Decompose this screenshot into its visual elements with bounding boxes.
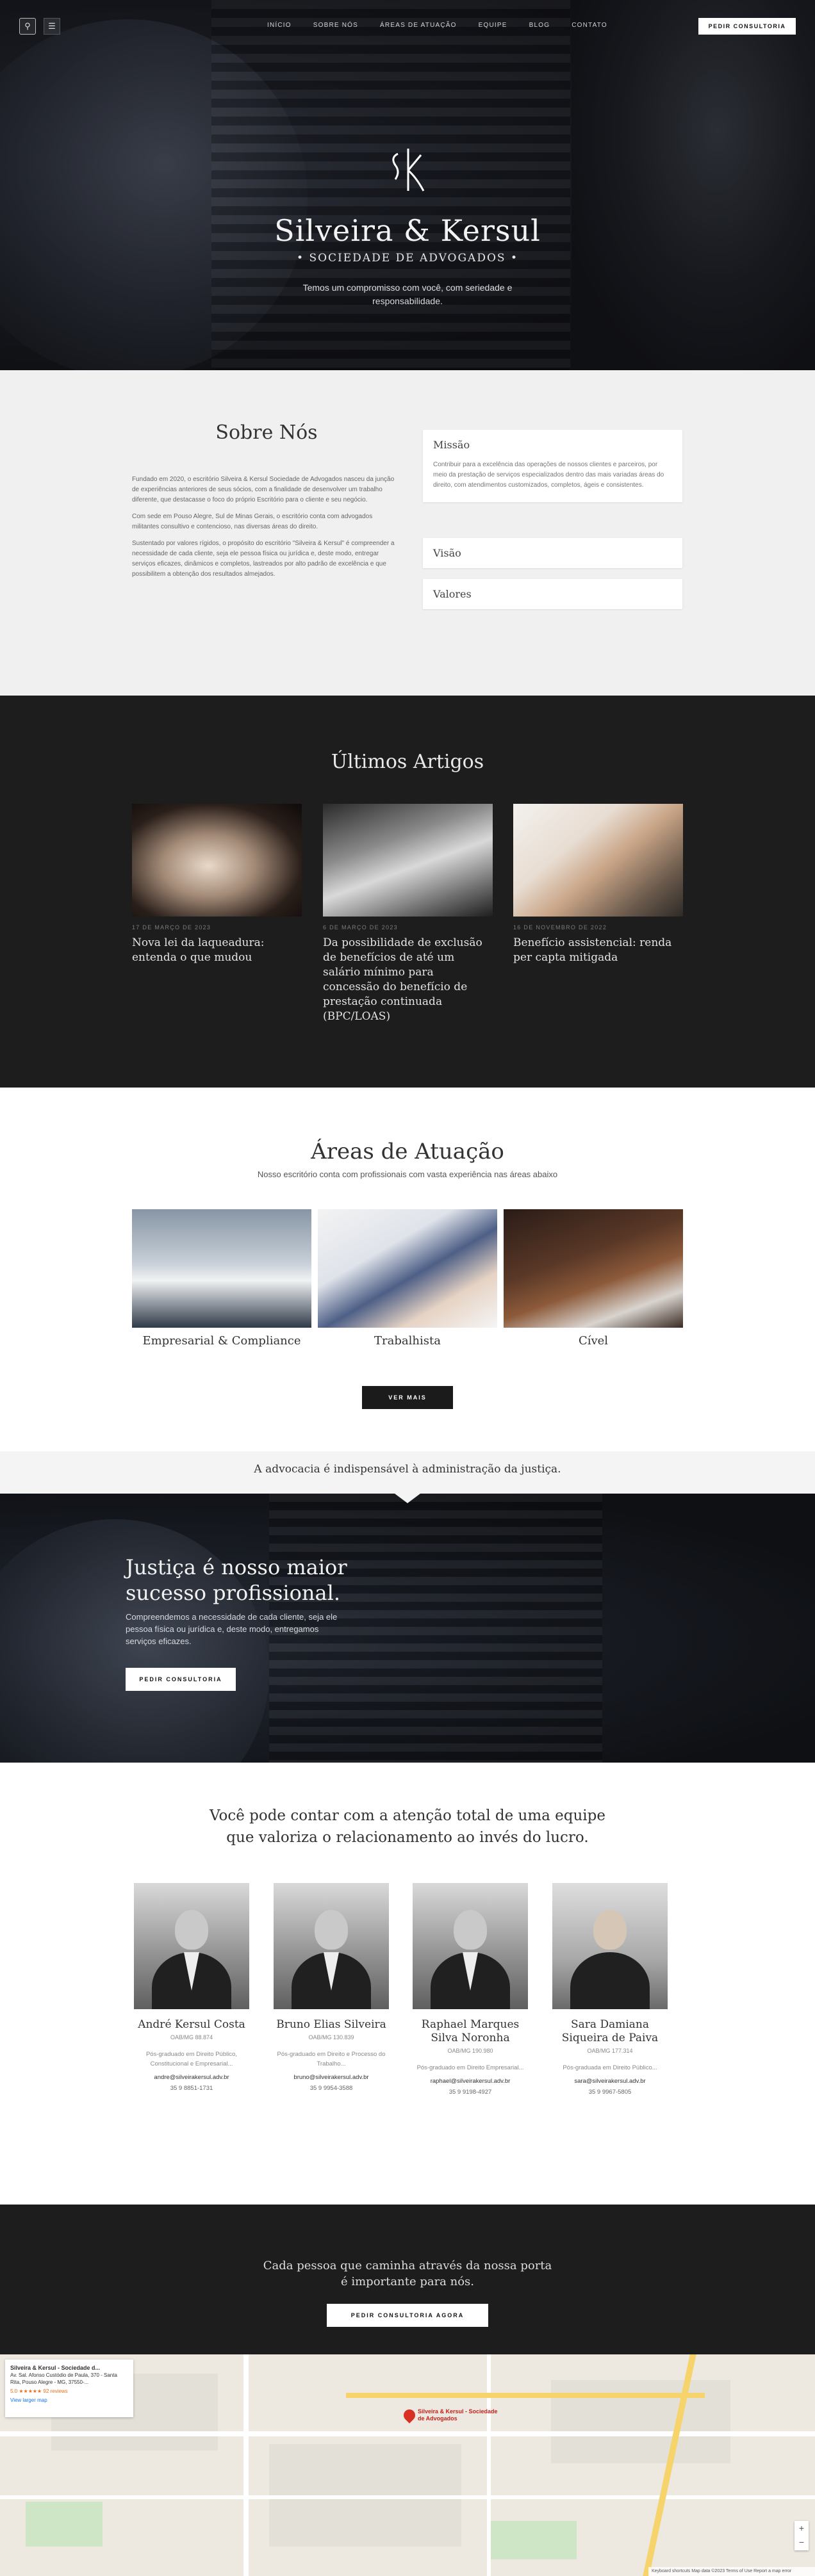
- justice-text: Compreendemos a necessidade de cada clie…: [126, 1612, 338, 1646]
- article-card[interactable]: 16 DE NOVEMBRO DE 2022 Benefício assiste…: [513, 804, 683, 965]
- logo-icon: [392, 149, 425, 192]
- accordion-missao[interactable]: Missão Contribuir para a excelência das …: [423, 430, 682, 502]
- team-member-phone: 35 9 8851-1731: [170, 2085, 213, 2092]
- team-member-email[interactable]: andre@silveirakersul.adv.br: [134, 2074, 249, 2081]
- area-image[interactable]: [132, 1209, 311, 1328]
- brand-name: Silveira & Kersul: [274, 213, 541, 248]
- team-member-spec: Pós-graduado em Direito Empresarial...: [416, 2064, 524, 2071]
- accordion-missao-text: Contribuir para a excelência das operaçõ…: [433, 461, 664, 489]
- team-member-card: Bruno Elias Silveira OAB/MG 130.839 Pós-…: [274, 1883, 389, 2092]
- team-member-spec: Pós-graduada em Direito Público...: [563, 2064, 657, 2071]
- accordion-missao-title: Missão: [433, 439, 470, 451]
- areas-title: Áreas de Atuação: [311, 1139, 504, 1164]
- team-member-name: Bruno Elias Silveira: [276, 2018, 386, 2031]
- team-member-phone: 35 9 9967-5805: [588, 2089, 632, 2096]
- team-member-name: Raphael Marques Silva Noronha: [421, 2018, 520, 2044]
- see-more-button[interactable]: VER MAIS: [362, 1386, 453, 1409]
- team-member-card: André Kersul Costa OAB/MG 88.874 Pós-gra…: [134, 1883, 249, 2092]
- nav-blog[interactable]: BLOG: [529, 22, 550, 29]
- cta-band-text: Cada pessoa que caminha através da nossa…: [263, 2259, 552, 2288]
- articles-section: Últimos Artigos 17 DE MARÇO DE 2023 Nova…: [0, 696, 815, 1088]
- cta-band: Cada pessoa que caminha através da nossa…: [0, 2205, 815, 2354]
- accordion-valores[interactable]: Valores: [423, 579, 682, 609]
- team-section: Você pode contar com a atenção total de …: [0, 1763, 815, 2205]
- team-member-photo: [413, 1883, 528, 2009]
- team-member-card: Sara Damiana Siqueira de Paiva OAB/MG 17…: [552, 1883, 668, 2096]
- article-image[interactable]: [132, 804, 302, 917]
- area-card-empresarial[interactable]: Empresarial & Compliance: [132, 1209, 311, 1348]
- map-place-card[interactable]: Silveira & Kersul - Sociedade d... Av. S…: [5, 2360, 133, 2417]
- team-member-phone: 35 9 9954-3588: [309, 2085, 353, 2092]
- embedded-map[interactable]: Silveira & Kersul - Sociedade d... Av. S…: [0, 2354, 815, 2576]
- article-card[interactable]: 17 DE MARÇO DE 2023 Nova lei da laqueadu…: [132, 804, 302, 965]
- hero-tagline: Temos um compromisso com você, com serie…: [302, 282, 513, 306]
- practice-areas-section: Áreas de Atuação Nosso escritório conta …: [0, 1088, 815, 1451]
- team-member-oab: OAB/MG 130.839: [308, 2034, 354, 2041]
- brand-subtitle: • SOCIEDADE DE ADVOGADOS •: [297, 252, 518, 265]
- team-member-email[interactable]: sara@silveirakersul.adv.br: [552, 2078, 668, 2085]
- about-title: Sobre Nós: [215, 421, 318, 444]
- quote-text: A advocacia é indispensável à administra…: [254, 1463, 561, 1476]
- search-icon[interactable]: ⚲: [19, 18, 36, 35]
- justice-banner: Justiça é nosso maior sucesso profission…: [0, 1494, 815, 1763]
- area-image[interactable]: [318, 1209, 497, 1328]
- about-text: Fundado em 2020, o escritório Silveira &…: [132, 476, 395, 578]
- quote-band: A advocacia é indispensável à administra…: [0, 1451, 815, 1503]
- nav-contato[interactable]: CONTATO: [572, 22, 607, 29]
- area-card-civel[interactable]: Cível: [504, 1209, 683, 1348]
- hero-section: ⚲ ☰ INÍCIO SOBRE NÓS ÁREAS DE ATUAÇÃO EQ…: [0, 0, 815, 370]
- team-member-name: Sara Damiana Siqueira de Paiva: [561, 2018, 659, 2044]
- header-cta-button[interactable]: PEDIR CONSULTORIA: [698, 18, 796, 35]
- area-card-trabalhista[interactable]: Trabalhista: [318, 1209, 497, 1348]
- about-section: Sobre Nós Fundado em 2020, o escritório …: [0, 370, 815, 696]
- team-member-spec: Pós-graduado em Direito Público, Constit…: [145, 2051, 238, 2067]
- team-member-oab: OAB/MG 177.314: [587, 2048, 633, 2054]
- team-member-card: Raphael Marques Silva Noronha OAB/MG 190…: [413, 1883, 528, 2096]
- team-member-email[interactable]: bruno@silveirakersul.adv.br: [274, 2074, 389, 2081]
- team-member-photo: [134, 1883, 249, 2009]
- header: ⚲ ☰ INÍCIO SOBRE NÓS ÁREAS DE ATUAÇÃO EQ…: [0, 0, 815, 51]
- team-member-spec: Pós-graduado em Direito e Processo do Tr…: [277, 2051, 386, 2067]
- menu-icon[interactable]: ☰: [44, 18, 60, 35]
- team-member-name: André Kersul Costa: [138, 2018, 245, 2031]
- accordion-valores-title: Valores: [433, 588, 472, 600]
- team-member-photo: [552, 1883, 668, 2009]
- hero-content: Silveira & Kersul • SOCIEDADE DE ADVOGAD…: [0, 141, 815, 308]
- team-member-oab: OAB/MG 88.874: [170, 2034, 213, 2041]
- team-member-phone: 35 9 9198-4927: [449, 2089, 492, 2096]
- justice-content: Justiça é nosso maior sucesso profission…: [126, 1554, 350, 1691]
- nav-areas-de-atuacao[interactable]: ÁREAS DE ATUAÇÃO: [380, 22, 457, 29]
- article-image[interactable]: [323, 804, 493, 917]
- nav-inicio[interactable]: INÍCIO: [267, 22, 292, 29]
- view-larger-map-link[interactable]: View larger map: [10, 2397, 128, 2404]
- map-footer: Keyboard shortcuts Map data ©2023 Terms …: [648, 2567, 815, 2576]
- nav-sobre-nos[interactable]: SOBRE NÓS: [313, 22, 358, 29]
- team-member-email[interactable]: raphael@silveirakersul.adv.br: [413, 2078, 528, 2085]
- team-title: Você pode contar com a atenção total de …: [209, 1807, 605, 1846]
- accordion-visao[interactable]: Visão: [423, 538, 682, 568]
- nav-equipe[interactable]: EQUIPE: [479, 22, 507, 29]
- map-zoom-control[interactable]: + −: [794, 2521, 809, 2550]
- team-member-oab: OAB/MG 190.980: [447, 2048, 493, 2054]
- article-card[interactable]: 6 DE MARÇO DE 2023 Da possibilidade de e…: [323, 804, 493, 1024]
- map-pin-icon[interactable]: [401, 2407, 418, 2424]
- main-nav: INÍCIO SOBRE NÓS ÁREAS DE ATUAÇÃO EQUIPE…: [267, 22, 607, 29]
- area-image[interactable]: [504, 1209, 683, 1328]
- article-image[interactable]: [513, 804, 683, 917]
- justice-cta-button[interactable]: PEDIR CONSULTORIA: [126, 1668, 236, 1691]
- areas-subtitle: Nosso escritório conta com profissionais…: [257, 1170, 558, 1179]
- cta-band-button[interactable]: PEDIR CONSULTORIA AGORA: [327, 2304, 488, 2327]
- justice-title: Justiça é nosso maior sucesso profission…: [126, 1555, 347, 1605]
- map-pin-label: Silveira & Kersul - Sociedade de Advogad…: [418, 2408, 498, 2422]
- team-member-photo: [274, 1883, 389, 2009]
- accordion-visao-title: Visão: [433, 547, 461, 559]
- articles-title: Últimos Artigos: [331, 751, 484, 773]
